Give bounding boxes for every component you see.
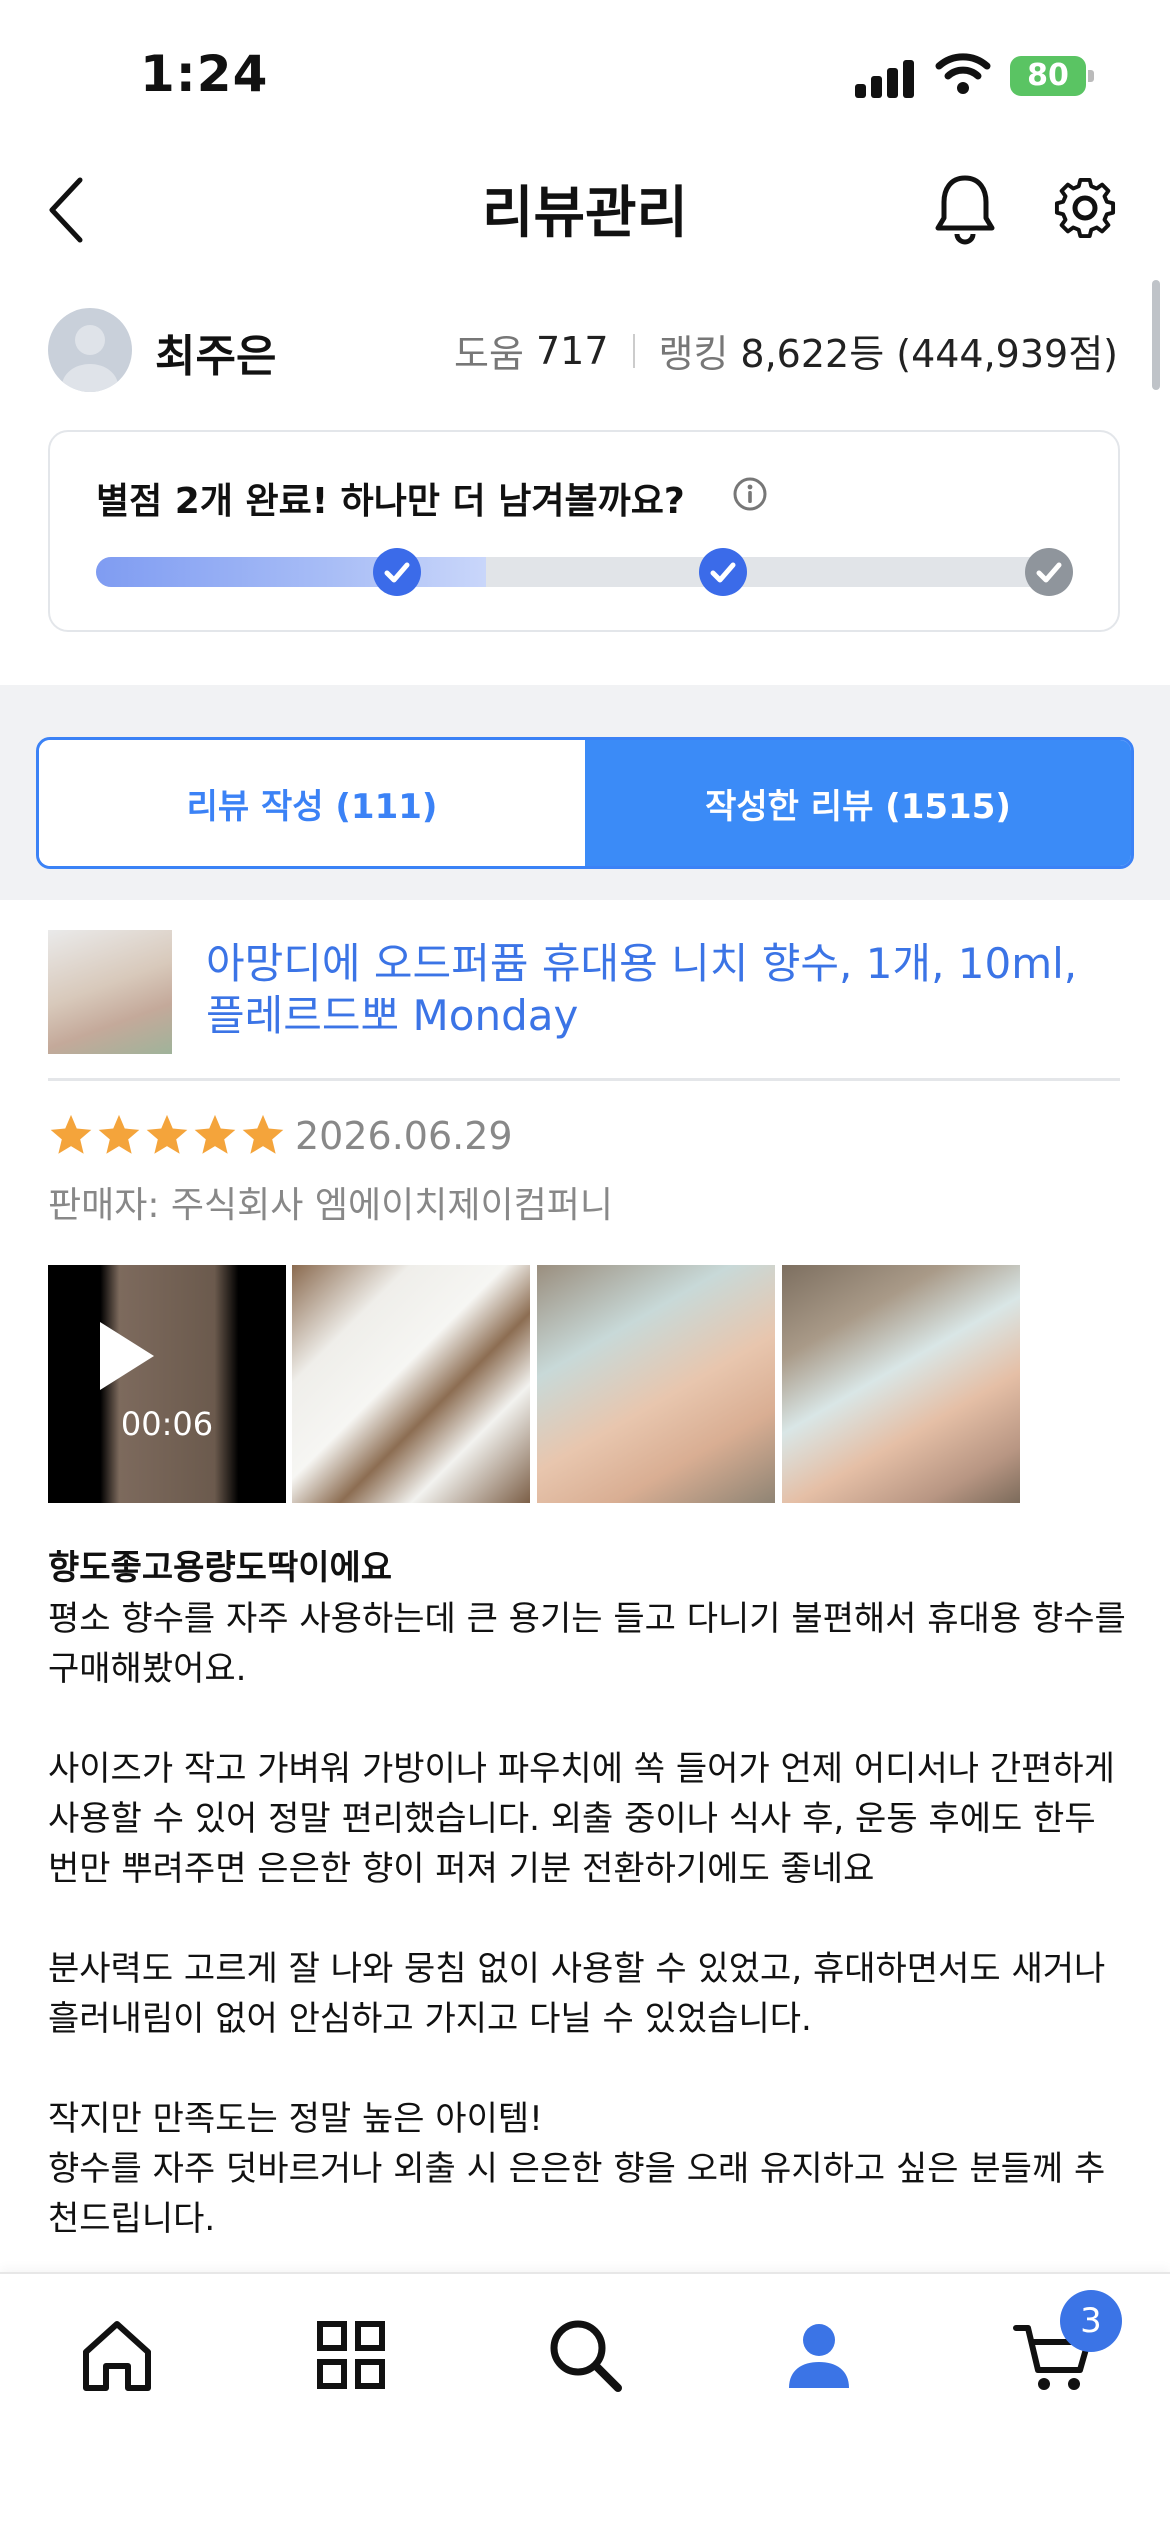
avatar-person-icon	[62, 325, 118, 392]
star-rating	[48, 1112, 286, 1158]
review-body: 평소 향수를 자주 사용하는데 큰 용기는 들고 다니기 불편해서 휴대용 향수…	[48, 1599, 1126, 2239]
review-photo-1[interactable]	[292, 1265, 530, 1503]
star-icon	[98, 1114, 140, 1154]
review-video-thumbnail[interactable]	[48, 1265, 286, 1503]
status-time: 1:24	[140, 45, 269, 103]
search-icon[interactable]	[540, 2310, 630, 2400]
step-1-check-icon	[373, 548, 421, 596]
stats-divider	[632, 333, 635, 368]
info-icon[interactable]	[732, 476, 768, 512]
ranking-value: 8,622등 (444,939점)	[740, 332, 1118, 376]
star-icon	[146, 1114, 188, 1154]
video-duration: 00:06	[120, 1405, 214, 1443]
user-stats: 도움 717 랭킹 8,622등 (444,939점)	[454, 323, 1118, 378]
step-2-check-icon	[699, 548, 747, 596]
review-photo-2[interactable]	[537, 1265, 775, 1503]
battery-tip	[1088, 70, 1094, 82]
help-value: 717	[535, 328, 609, 373]
star-icon	[242, 1114, 284, 1154]
star-icon	[50, 1114, 92, 1154]
user-name: 최주은	[155, 331, 277, 382]
progress-card	[48, 430, 1120, 632]
cart-count-badge: 3	[1060, 2290, 1122, 2352]
ranking-label: 랭킹	[658, 332, 729, 376]
review-date: 2026.06.29	[295, 1114, 513, 1158]
scrollbar[interactable]	[1152, 280, 1160, 390]
product-thumbnail[interactable]	[48, 930, 172, 1054]
review-title: 향도좋고용량도딱이에요	[48, 1548, 393, 1588]
review-tabs: 리뷰 작성 (111) 작성한 리뷰 (1515)	[36, 737, 1134, 869]
progress-message: 별점 2개 완료! 하나만 더 남겨볼까요?	[96, 481, 685, 522]
signal-icon	[855, 58, 915, 98]
person-icon[interactable]	[774, 2310, 864, 2400]
progress-track	[96, 557, 1072, 587]
progress-fill	[96, 557, 487, 587]
home-icon[interactable]	[72, 2310, 162, 2400]
bell-icon[interactable]	[930, 170, 1000, 246]
review-photo-3[interactable]	[782, 1265, 1020, 1503]
grid-icon[interactable]	[306, 2310, 396, 2400]
tab-written-reviews[interactable]: 작성한 리뷰 (1515)	[585, 740, 1131, 866]
step-3-check-icon	[1025, 548, 1073, 596]
divider	[48, 1078, 1120, 1081]
battery-icon: 80	[1010, 56, 1086, 96]
play-icon[interactable]	[100, 1322, 154, 1390]
gear-icon[interactable]	[1050, 170, 1120, 246]
wifi-icon	[935, 53, 991, 94]
tab-write-review[interactable]: 리뷰 작성 (111)	[39, 740, 585, 866]
product-name-link[interactable]: 아망디에 오드퍼퓸 휴대용 니치 향수, 1개, 10ml, 플레르드뽀 Mon…	[206, 938, 1106, 1042]
seller-name: 판매자: 주식회사 엠에이치제이컴퍼니	[48, 1185, 613, 1226]
avatar	[48, 308, 132, 392]
help-label: 도움	[454, 332, 524, 376]
star-icon	[194, 1114, 236, 1154]
